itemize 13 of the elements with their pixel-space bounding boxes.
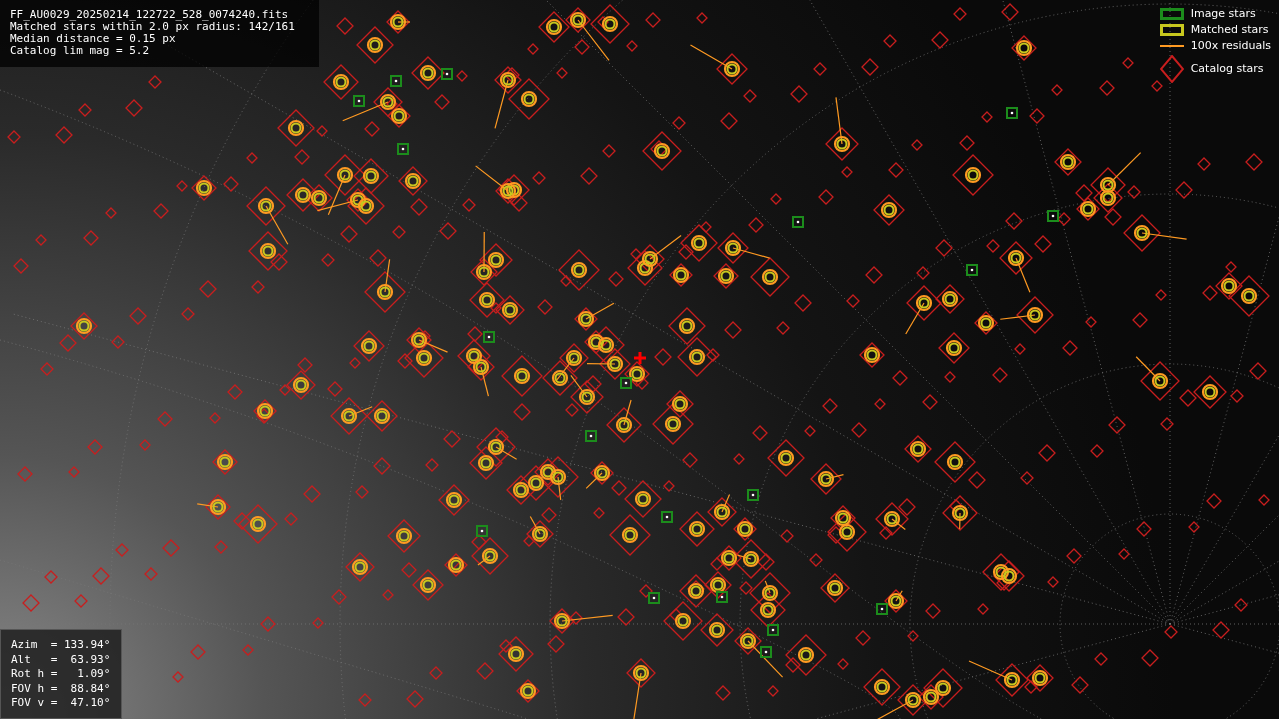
pointing-text: Rot h = 1.09° xyxy=(11,667,111,682)
legend-label: 100x residuals xyxy=(1190,37,1271,54)
pointing-text: FOV h = 88.84° xyxy=(11,681,111,696)
pointing-text: Alt = 63.93° xyxy=(11,652,111,667)
info-text: Matched stars within 2.0 px radius: 142/161 xyxy=(10,21,295,33)
pointing-text: Azim = 133.94° xyxy=(11,638,111,653)
pointing-text: FOV v = 47.10° xyxy=(11,696,111,711)
legend-label: Matched stars xyxy=(1190,21,1269,38)
info-text: Catalog lim mag = 5.2 xyxy=(10,45,150,57)
info-text: FF_AU0029_20250214_122722_528_0074240.fits xyxy=(10,9,289,21)
legend-label: Catalog stars xyxy=(1190,60,1264,77)
legend-label: Image stars xyxy=(1190,5,1256,22)
info-text: Median distance = 0.15 px xyxy=(10,33,176,45)
